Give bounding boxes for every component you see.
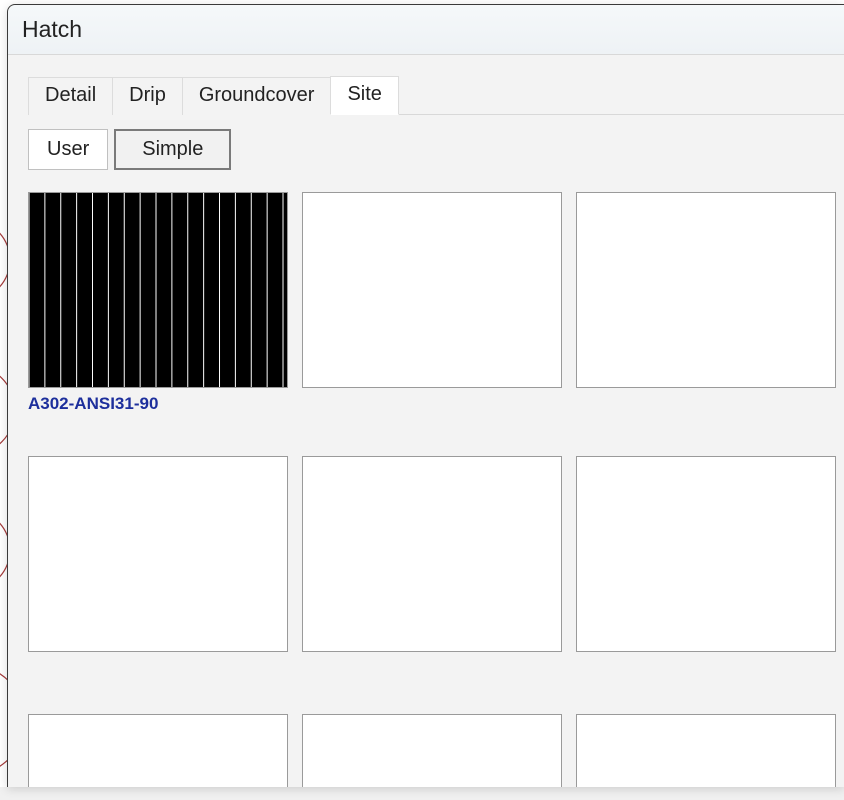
hatch-cell[interactable] <box>576 192 836 414</box>
filter-buttons: User Simple <box>28 115 844 170</box>
hatch-swatch-empty <box>302 456 562 652</box>
vertical-lines-icon <box>29 193 287 387</box>
hatch-swatch-empty <box>28 714 288 787</box>
user-button[interactable]: User <box>28 129 108 170</box>
hatch-swatch-empty <box>302 714 562 787</box>
hatch-swatch-ansi31-90 <box>28 192 288 388</box>
hatch-swatch-empty <box>28 456 288 652</box>
hatch-swatch-empty <box>576 714 836 787</box>
tab-site[interactable]: Site <box>330 76 398 115</box>
hatch-cell[interactable] <box>28 714 288 787</box>
hatch-cell[interactable] <box>302 714 562 787</box>
hatch-cell[interactable] <box>28 456 288 658</box>
hatch-swatch-empty <box>576 192 836 388</box>
hatch-cell[interactable] <box>576 456 836 658</box>
hatch-cell[interactable] <box>302 192 562 414</box>
hatch-cell[interactable]: A302-ANSI31-90 <box>28 192 288 414</box>
simple-button[interactable]: Simple <box>114 129 231 170</box>
hatch-dialog: Hatch Detail Drip Groundcover Site User … <box>7 4 844 787</box>
window-title: Hatch <box>22 16 82 43</box>
hatch-swatch-empty <box>302 192 562 388</box>
titlebar[interactable]: Hatch <box>8 5 844 55</box>
tab-detail[interactable]: Detail <box>28 77 113 115</box>
hatch-cell[interactable] <box>576 714 836 787</box>
hatch-label: A302-ANSI31-90 <box>28 394 288 414</box>
dialog-content: Detail Drip Groundcover Site User Simple <box>8 55 844 787</box>
hatch-cell[interactable] <box>302 456 562 658</box>
hatch-grid: A302-ANSI31-90 <box>28 170 844 787</box>
tab-groundcover[interactable]: Groundcover <box>182 77 332 115</box>
category-tabs: Detail Drip Groundcover Site <box>28 75 844 115</box>
hatch-swatch-empty <box>576 456 836 652</box>
tab-drip[interactable]: Drip <box>112 77 183 115</box>
